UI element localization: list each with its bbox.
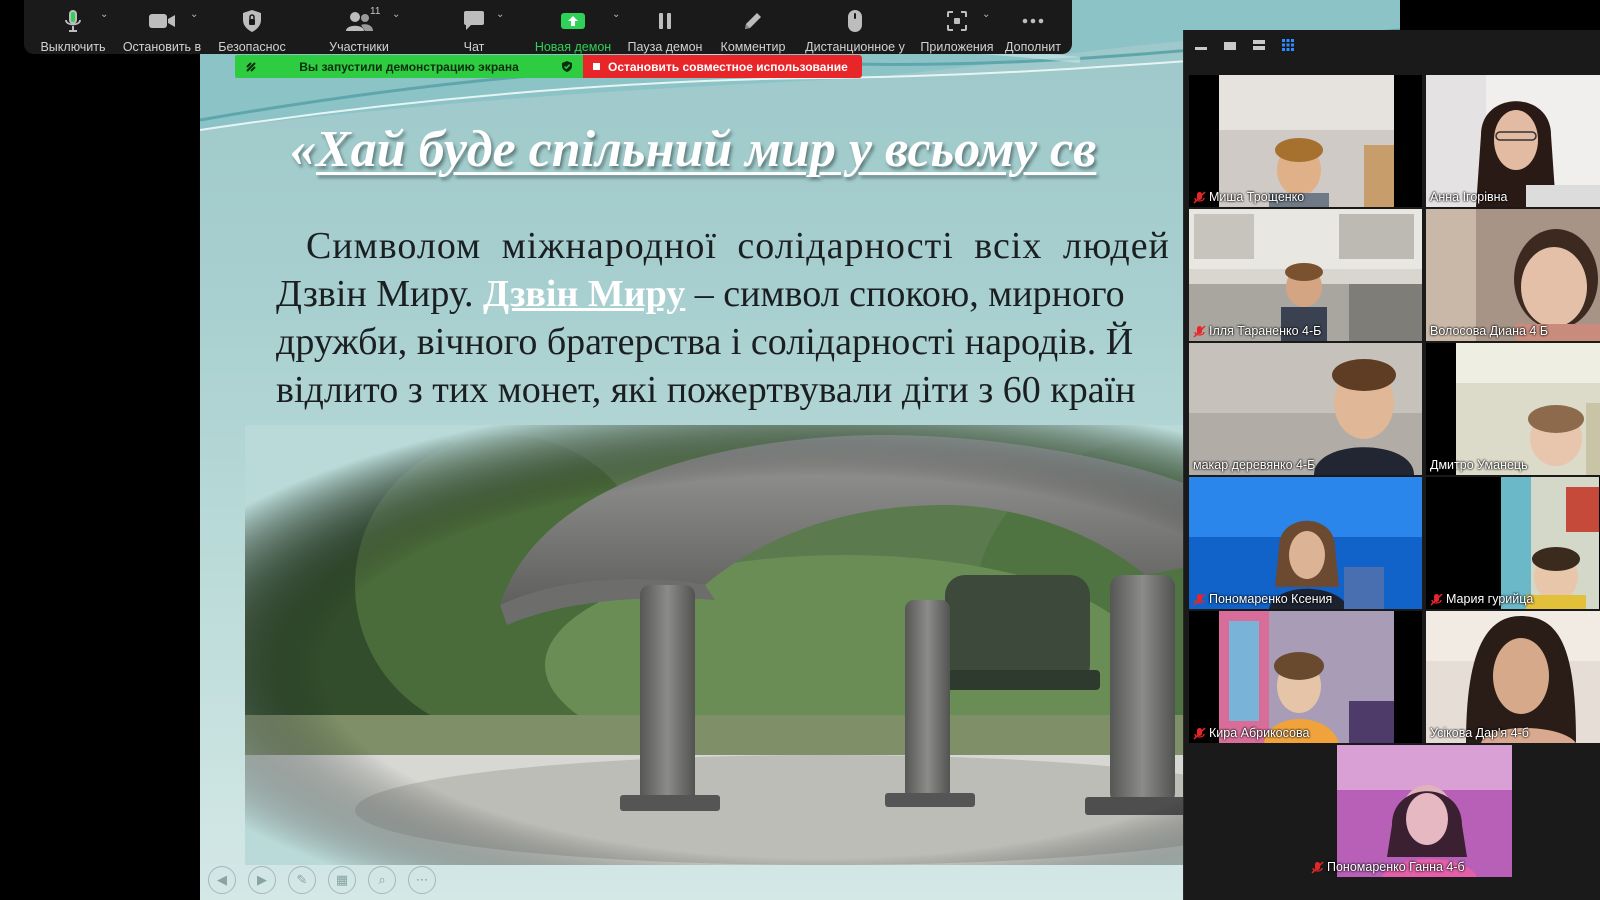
participant-video [1426, 343, 1600, 475]
slide-title: «Хай буде спільний мир у всьому св [290, 121, 1097, 178]
shield-icon [241, 9, 263, 33]
gallery-view-icon[interactable] [1279, 37, 1297, 53]
participant-video [1189, 343, 1422, 475]
sharing-indicator[interactable]: Вы запустили демонстрацию экрана [235, 55, 583, 78]
participant-video [1426, 611, 1600, 743]
participant-tile[interactable]: Кира Абрикосова [1189, 611, 1422, 743]
chat-button[interactable]: Чат ⌄ [422, 0, 526, 54]
slide-sorter-icon[interactable]: ▦ [328, 866, 356, 894]
participant-video [1189, 75, 1422, 207]
security-button[interactable]: Безопаснос [208, 0, 296, 54]
participant-name: макар деревянко 4-Б [1193, 458, 1316, 472]
new-share-button[interactable]: Новая демон ⌄ [526, 0, 621, 54]
pause-icon [655, 9, 675, 33]
stop-square-icon [593, 63, 600, 70]
zoom-slide-icon[interactable]: ⌕ [368, 866, 396, 894]
shield-check-icon [562, 61, 572, 72]
participant-tile[interactable]: Волосова Диана 4 Б [1426, 209, 1600, 341]
meeting-toolbar: Выключить ⌄ Остановить в ⌄ Безопаснос 11… [24, 0, 1072, 54]
apps-button[interactable]: Приложения ⌄ [914, 0, 1000, 54]
microphone-muted-icon [1193, 190, 1206, 204]
mute-button[interactable]: Выключить ⌄ [30, 0, 116, 54]
microphone-muted-icon [1193, 726, 1206, 740]
stop-share-button[interactable]: Остановить совместное использование [583, 55, 862, 78]
participants-icon: 11 [344, 6, 380, 33]
more-button[interactable]: Дополнит [1000, 0, 1066, 54]
signal-icon [246, 61, 256, 72]
participant-video [1307, 745, 1540, 877]
chevron-down-icon[interactable]: ⌄ [100, 9, 108, 20]
stop-video-button[interactable]: Остановить в ⌄ [116, 0, 208, 54]
participant-name: Пономаренко Ганна 4-б [1327, 860, 1465, 874]
participant-name: Усікова Дар'я 4-б [1430, 726, 1529, 740]
screen-share-status-bar: Вы запустили демонстрацию экрана Останов… [235, 55, 862, 78]
slide-link[interactable]: Дзвін Миру [483, 273, 685, 315]
video-camera-icon [148, 9, 176, 33]
participant-name: Миша Трощенко [1209, 190, 1305, 204]
mouse-icon [846, 9, 864, 33]
microphone-muted-icon [1430, 592, 1443, 606]
participant-tile-active-speaker[interactable]: Усікова Дар'я 4-б [1426, 611, 1600, 743]
participant-video [1426, 477, 1600, 609]
microphone-muted-icon [1193, 592, 1206, 606]
participant-tile[interactable]: Мария гурийца [1426, 477, 1600, 609]
participant-tile[interactable]: Ілля Тараненко 4-Б [1189, 209, 1422, 341]
participant-tile[interactable]: Пономаренко Ганна 4-б [1307, 745, 1540, 877]
video-gallery-panel: Миша Трощенко Анна Ігорівна Ілля Таранен… [1183, 30, 1600, 900]
strip-view-icon[interactable] [1250, 37, 1268, 53]
pen-tool-icon[interactable]: ✎ [288, 866, 316, 894]
remote-control-button[interactable]: Дистанционное у [796, 0, 914, 54]
chat-bubble-icon [462, 9, 486, 33]
pause-share-button[interactable]: Пауза демон [620, 0, 710, 54]
participant-video [1189, 209, 1422, 341]
participants-button[interactable]: 11 Участники ⌄ [296, 0, 422, 54]
more-dots-icon [1021, 9, 1045, 33]
next-slide-icon[interactable]: ▶ [248, 866, 276, 894]
participant-video [1426, 209, 1600, 341]
microphone-muted-icon [1193, 324, 1206, 338]
slide-more-icon[interactable]: ⋯ [408, 866, 436, 894]
slideshow-controls: ◀ ▶ ✎ ▦ ⌕ ⋯ [208, 866, 436, 894]
participant-video [1189, 611, 1422, 743]
zoom-meeting-window: «Хай буде спільний мир у всьому св Симво… [0, 0, 1600, 900]
speaker-view-icon[interactable] [1221, 37, 1239, 53]
minimize-icon[interactable] [1192, 37, 1210, 53]
share-screen-icon [560, 9, 586, 33]
participant-video [1189, 477, 1422, 609]
chevron-down-icon[interactable]: ⌄ [392, 9, 400, 20]
participant-name: Волосова Диана 4 Б [1430, 324, 1549, 338]
pencil-icon [742, 9, 764, 33]
participant-tile[interactable]: макар деревянко 4-Б [1189, 343, 1422, 475]
participants-count: 11 [370, 6, 381, 17]
participant-name: Пономаренко Ксения [1209, 592, 1333, 606]
chevron-down-icon[interactable]: ⌄ [496, 9, 504, 20]
participant-tile[interactable]: Миша Трощенко [1189, 75, 1422, 207]
chevron-down-icon[interactable]: ⌄ [190, 9, 198, 20]
chevron-down-icon[interactable]: ⌄ [982, 9, 990, 20]
participant-name: Дмитро Уманець [1430, 458, 1528, 472]
annotate-button[interactable]: Комментир [710, 0, 796, 54]
participant-tile[interactable]: Анна Ігорівна [1426, 75, 1600, 207]
participant-tile[interactable]: Дмитро Уманець [1426, 343, 1600, 475]
participant-name: Анна Ігорівна [1430, 190, 1508, 204]
apps-icon [946, 9, 968, 33]
participant-name: Кира Абрикосова [1209, 726, 1310, 740]
participant-name: Ілля Тараненко 4-Б [1209, 324, 1322, 338]
previous-slide-icon[interactable]: ◀ [208, 866, 236, 894]
participant-tile[interactable]: Пономаренко Ксения [1189, 477, 1422, 609]
participant-name: Мария гурийца [1446, 592, 1534, 606]
participant-video [1426, 75, 1600, 207]
microphone-icon [63, 9, 83, 33]
microphone-muted-icon [1311, 860, 1324, 874]
gallery-view-controls [1192, 36, 1297, 54]
